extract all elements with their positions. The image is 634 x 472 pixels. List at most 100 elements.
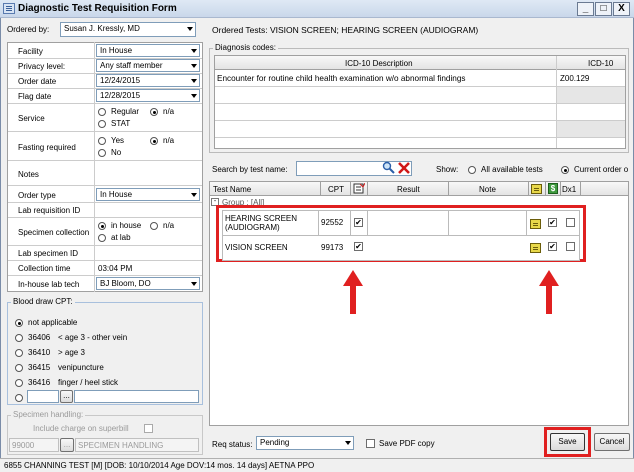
- fasting-na-radio[interactable]: [150, 137, 158, 145]
- fasting-yes-radio[interactable]: [98, 137, 106, 145]
- req-status-select[interactable]: Pending: [256, 436, 354, 450]
- test-name-cell: HEARING SCREEN (AUDIOGRAM): [225, 214, 298, 232]
- blood-draw-title: Blood draw CPT:: [11, 297, 75, 306]
- chevron-down-icon: [191, 64, 197, 68]
- order-type-value: In House: [100, 190, 133, 199]
- specimen-in-house-label: in house: [111, 221, 142, 230]
- diagnosis-header: [215, 56, 625, 70]
- blood-draw-desc: > age 3: [58, 348, 85, 357]
- facility-select[interactable]: In House: [96, 44, 200, 57]
- note-icon[interactable]: [530, 243, 541, 253]
- lab-requisition-id-field[interactable]: [96, 203, 200, 216]
- order-date-picker[interactable]: 12/24/2015: [96, 74, 200, 87]
- bill-checkbox[interactable]: ✔: [548, 218, 557, 227]
- dollar-icon: $: [548, 183, 558, 194]
- specimen-at-lab-radio[interactable]: [98, 234, 106, 242]
- notes-field[interactable]: [96, 162, 200, 184]
- chevron-down-icon: [191, 193, 197, 197]
- red-arrow-icon: [343, 270, 363, 314]
- show-current-order-radio[interactable]: [561, 166, 569, 174]
- lab-specimen-id-label: Lab specimen ID: [18, 249, 79, 258]
- privacy-select[interactable]: Any staff member: [96, 59, 200, 72]
- maximize-button[interactable]: □: [595, 2, 612, 16]
- diagnosis-row-code[interactable]: Z00.129: [560, 74, 589, 83]
- ordered-by-select[interactable]: Susan J. Kressly, MD: [60, 22, 196, 37]
- privacy-value: Any staff member: [100, 61, 163, 70]
- lab-specimen-id-field[interactable]: [96, 246, 200, 259]
- checklist-icon[interactable]: [353, 183, 365, 195]
- column-divider: [560, 182, 561, 196]
- specimen-desc-field[interactable]: SPECIMEN HANDLING: [75, 438, 199, 452]
- diagnosis-row-desc[interactable]: Encounter for routine child health exami…: [217, 74, 466, 83]
- show-all-tests-radio[interactable]: [468, 166, 476, 174]
- blood-draw-custom-radio[interactable]: [15, 394, 23, 402]
- cpt-header[interactable]: CPT: [328, 185, 344, 194]
- blood-draw-custom-desc-field[interactable]: [74, 390, 199, 403]
- diagnosis-desc-header: ICD-10 Description: [345, 59, 413, 68]
- blood-draw-desc: venipuncture: [58, 363, 104, 372]
- order-type-select[interactable]: In House: [96, 188, 200, 201]
- chevron-down-icon: [191, 79, 197, 83]
- service-stat-radio[interactable]: [98, 120, 106, 128]
- lab-requisition-id-label: Lab requisition ID: [18, 206, 81, 215]
- blood-draw-custom-code-field[interactable]: [27, 390, 59, 403]
- show-all-tests-label: All available tests: [481, 165, 543, 174]
- chevron-down-icon: [187, 27, 193, 31]
- specimen-in-house-radio[interactable]: [98, 222, 106, 230]
- specimen-na-radio[interactable]: [150, 222, 158, 230]
- search-icon[interactable]: [382, 161, 396, 175]
- cancel-button[interactable]: Cancel: [594, 433, 630, 451]
- specimen-lookup-button[interactable]: ...: [60, 438, 74, 452]
- test-name-cell: VISION SCREEN: [225, 243, 288, 252]
- blood-draw-desc: finger / heel stick: [58, 378, 119, 387]
- blood-draw-na-radio[interactable]: [15, 319, 23, 327]
- lab-tech-select[interactable]: BJ Bloom, DO: [96, 277, 200, 290]
- row-divider: [8, 185, 202, 186]
- close-button[interactable]: X: [613, 2, 630, 16]
- column-divider: [367, 182, 368, 196]
- service-regular-radio[interactable]: [98, 108, 106, 116]
- fasting-no-radio[interactable]: [98, 149, 106, 157]
- service-label: Service: [18, 114, 45, 123]
- result-header[interactable]: Result: [397, 185, 420, 194]
- dx1-header[interactable]: Dx1: [562, 185, 576, 194]
- facility-value: In House: [100, 46, 133, 55]
- specimen-code-value: 99000: [12, 441, 35, 450]
- flag-date-picker[interactable]: 12/28/2015: [96, 89, 200, 102]
- column-divider: [580, 182, 581, 196]
- flag-date-label: Flag date: [18, 92, 52, 101]
- dx1-checkbox[interactable]: [566, 218, 575, 227]
- specimen-code-field[interactable]: 99000: [9, 438, 59, 452]
- bill-checkbox[interactable]: ✔: [548, 242, 557, 251]
- service-na-radio[interactable]: [150, 108, 158, 116]
- save-pdf-checkbox[interactable]: [366, 439, 375, 448]
- clear-search-icon[interactable]: [397, 161, 411, 175]
- blood-draw-code: 36410: [28, 348, 51, 357]
- note-header[interactable]: Note: [479, 185, 496, 194]
- dx1-checkbox[interactable]: [566, 242, 575, 251]
- row-divider: [215, 103, 625, 104]
- collection-time-field[interactable]: 03:04 PM: [98, 264, 132, 273]
- collection-time-label: Collection time: [18, 264, 71, 273]
- title-bar[interactable]: Diagnostic Test Requisition Form _ □ X: [0, 0, 634, 18]
- test-name-header[interactable]: Test Name: [213, 185, 251, 194]
- column-divider: [448, 182, 449, 196]
- order-checkbox[interactable]: ✔: [354, 218, 363, 227]
- include-charge-checkbox[interactable]: [144, 424, 153, 433]
- blood-draw-36416-radio[interactable]: [15, 379, 23, 387]
- blood-draw-36406-radio[interactable]: [15, 334, 23, 342]
- row-divider: [8, 160, 202, 161]
- specimen-at-lab-label: at lab: [111, 233, 131, 242]
- note-icon[interactable]: [530, 219, 541, 229]
- service-regular-label: Regular: [111, 107, 140, 116]
- order-checkbox[interactable]: ✔: [354, 242, 363, 251]
- lab-tech-value: BJ Bloom, DO: [100, 279, 151, 288]
- blood-draw-lookup-button[interactable]: ...: [60, 390, 73, 403]
- save-button[interactable]: Save: [550, 433, 585, 451]
- minimize-button[interactable]: _: [577, 2, 594, 16]
- blood-draw-36415-radio[interactable]: [15, 364, 23, 372]
- privacy-label: Privacy level:: [18, 62, 66, 71]
- specimen-desc-value: SPECIMEN HANDLING: [78, 441, 164, 450]
- blood-draw-36410-radio[interactable]: [15, 349, 23, 357]
- ordered-by-label: Ordered by:: [7, 25, 50, 34]
